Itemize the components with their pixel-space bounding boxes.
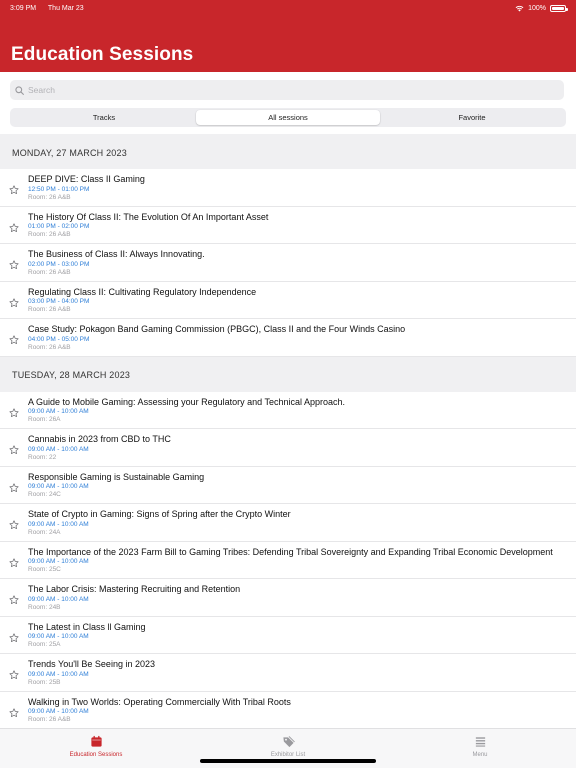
section-header-date: MONDAY, 27 MARCH 2023 — [0, 134, 576, 169]
session-title: Regulating Class II: Cultivating Regulat… — [28, 286, 257, 297]
home-indicator — [200, 759, 376, 763]
search-input[interactable] — [28, 85, 528, 95]
session-time: 09:00 AM - 10:00 AM — [28, 408, 89, 415]
favorite-star-icon[interactable] — [9, 555, 19, 567]
favorite-star-icon[interactable] — [9, 705, 19, 717]
session-time: 09:00 AM - 10:00 AM — [28, 520, 89, 528]
session-row[interactable]: The History Of Class II: The Evolution O… — [0, 207, 576, 244]
session-room: Room: 25B — [28, 678, 61, 686]
favorite-star-icon[interactable] — [9, 480, 19, 492]
session-title: The Business of Class II: Always Innovat… — [28, 249, 205, 259]
session-title: Responsible Gaming is Sustainable Gaming — [28, 471, 205, 482]
session-room: Room: 25A — [28, 641, 61, 648]
status-time: 3:09 PM — [10, 4, 37, 12]
session-time: 09:00 AM - 10:00 AM — [28, 595, 89, 603]
session-time: 09:00 AM - 10:00 AM — [28, 708, 89, 715]
tab-label: Exhibitor List — [270, 752, 306, 758]
session-list[interactable]: MONDAY, 27 MARCH 2023 DEEP DIVE: Class II… — [0, 134, 576, 728]
session-room: Room: 25C — [28, 566, 61, 573]
session-row[interactable]: The Importance of the 2023 Farm Bill to … — [0, 542, 576, 579]
session-title: State of Crypto in Gaming: Signs of Spri… — [28, 509, 291, 519]
session-row[interactable]: Regulating Class II: Cultivating Regulat… — [0, 282, 576, 319]
session-row[interactable]: The Latest in Class ll Gaming 09:00 AM - … — [0, 617, 576, 654]
session-room: Room: 26 A&B — [28, 193, 71, 201]
session-row[interactable]: Walking in Two Worlds: Operating Commerc… — [0, 692, 576, 729]
favorite-star-icon[interactable] — [9, 517, 19, 530]
wifi-icon — [515, 5, 524, 11]
session-row[interactable]: The Labor Crisis: Mastering Recruiting a… — [0, 579, 576, 617]
calendar-icon — [90, 735, 103, 752]
status-date: Thu Mar 23 — [47, 4, 84, 12]
session-room: Room: 26 A&B — [28, 343, 71, 351]
session-row[interactable]: The Business of Class II: Always Innovat… — [0, 244, 576, 282]
favorite-star-icon[interactable] — [9, 182, 19, 195]
favorite-star-icon[interactable] — [9, 405, 19, 417]
battery-percent: 100% — [528, 4, 546, 12]
session-time: 03:00 PM - 04:00 PM — [28, 298, 90, 305]
page-title: Education Sessions — [11, 44, 194, 65]
session-row[interactable]: State of Crypto in Gaming: Signs of Spri… — [0, 504, 576, 542]
session-row[interactable]: Cannabis in 2023 from CBD to THC 09:00 AM… — [0, 429, 576, 467]
session-room: Room: 24C — [28, 491, 61, 498]
tab-label: Education Sessions — [69, 752, 123, 758]
section-header-date: TUESDAY, 28 MARCH 2023 — [0, 356, 576, 392]
session-room: Room: 26 A&B — [28, 306, 71, 313]
favorite-star-icon[interactable] — [9, 257, 19, 270]
session-time: 09:00 AM - 10:00 AM — [28, 483, 89, 490]
status-bar: 3:09 PM Thu Mar 23 100% — [10, 2, 568, 14]
session-title: The Latest in Class ll Gaming — [28, 621, 146, 632]
session-row[interactable]: Case Study: Pokagon Band Gaming Commissi… — [0, 319, 576, 357]
menu-icon — [474, 735, 487, 752]
session-room: Room: 26 A&B — [28, 716, 71, 723]
session-time: 09:00 AM - 10:00 AM — [28, 670, 89, 678]
session-title: The History Of Class II: The Evolution O… — [28, 211, 269, 222]
session-room: Room: 24A — [28, 528, 61, 536]
session-title: Case Study: Pokagon Band Gaming Commissi… — [28, 324, 406, 334]
favorite-star-icon[interactable] — [9, 332, 19, 345]
favorite-star-icon[interactable] — [9, 592, 19, 605]
session-row[interactable]: Responsible Gaming is Sustainable Gaming… — [0, 467, 576, 504]
session-filter-control: Tracks All sessions Favorite — [10, 108, 566, 127]
segment-tracks[interactable]: Tracks — [12, 110, 196, 125]
session-title: The Importance of the 2023 Farm Bill to … — [28, 546, 553, 557]
favorite-star-icon[interactable] — [9, 667, 19, 680]
session-room: Room: 26 A&B — [28, 231, 71, 238]
session-room: Room: 26 A&B — [28, 268, 71, 276]
session-room: Room: 26A — [28, 416, 61, 423]
favorite-star-icon[interactable] — [9, 295, 19, 307]
session-time: 01:00 PM - 02:00 PM — [28, 223, 90, 230]
session-time: 09:00 AM - 10:00 AM — [28, 445, 89, 453]
favorite-star-icon[interactable] — [9, 630, 19, 642]
session-title: DEEP DIVE: Class II Gaming — [28, 174, 145, 184]
session-time: 02:00 PM - 03:00 PM — [28, 260, 90, 268]
session-title: The Labor Crisis: Mastering Recruiting a… — [28, 584, 241, 594]
search-icon — [15, 85, 24, 95]
session-row[interactable]: DEEP DIVE: Class II Gaming 12:50 PM - 01:… — [0, 169, 576, 207]
tab-menu[interactable]: Menu — [384, 729, 576, 768]
session-title: Trends You'll Be Seeing in 2023 — [28, 659, 155, 669]
app-header: 3:09 PM Thu Mar 23 100% Education Sessio… — [0, 0, 576, 72]
session-time: 09:00 AM - 10:00 AM — [28, 558, 89, 565]
tag-icon — [282, 735, 295, 752]
session-time: 04:00 PM - 05:00 PM — [28, 335, 90, 343]
session-room: Room: 22 — [28, 453, 57, 461]
session-title: Walking in Two Worlds: Operating Commerc… — [28, 696, 291, 707]
search-bar[interactable] — [10, 80, 564, 100]
session-row[interactable]: Trends You'll Be Seeing in 2023 09:00 AM … — [0, 654, 576, 692]
search-area: TracksAll sessionsFavorite — [0, 72, 576, 134]
session-title: Cannabis in 2023 from CBD to THC — [28, 434, 171, 444]
battery-fill — [552, 6, 564, 10]
battery-icon — [550, 4, 568, 12]
session-room: Room: 24B — [28, 603, 61, 611]
favorite-star-icon[interactable] — [9, 442, 19, 455]
tab-education-sessions[interactable]: Education Sessions — [0, 729, 192, 768]
session-title: A Guide to Mobile Gaming: Assessing your… — [28, 396, 346, 407]
favorite-star-icon[interactable] — [9, 220, 19, 232]
session-time: 09:00 AM - 10:00 AM — [28, 633, 89, 640]
tab-label: Menu — [472, 752, 488, 758]
session-row[interactable]: A Guide to Mobile Gaming: Assessing your… — [0, 392, 576, 429]
segment-all-sessions[interactable]: All sessions — [196, 110, 380, 125]
session-time: 12:50 PM - 01:00 PM — [28, 185, 90, 193]
segment-favorite[interactable]: Favorite — [380, 110, 564, 125]
